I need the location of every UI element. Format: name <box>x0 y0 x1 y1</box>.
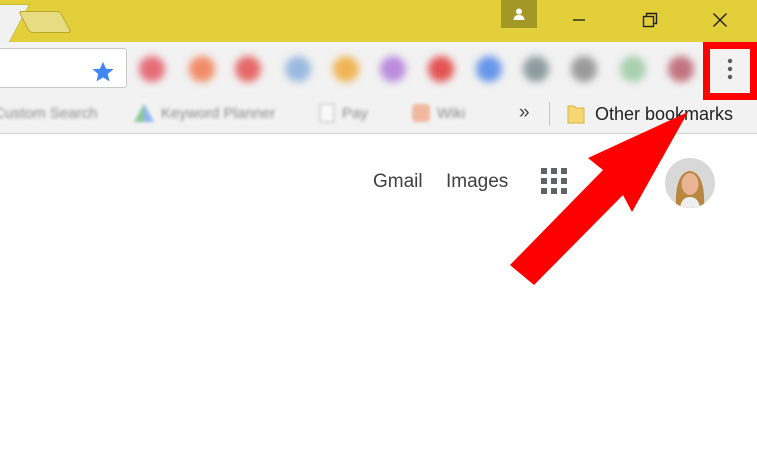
new-tab-button[interactable] <box>18 11 72 33</box>
chrome-menu-button[interactable] <box>710 48 750 90</box>
bookmark-item-4[interactable]: Wiki <box>411 102 465 124</box>
close-button[interactable] <box>697 0 743 40</box>
bookmarks-divider <box>549 102 550 126</box>
bookmarks-overflow-button[interactable]: » <box>519 102 530 124</box>
gmail-link[interactable]: Gmail <box>373 171 423 193</box>
title-bar <box>0 0 757 42</box>
extension-icon-5[interactable] <box>333 56 359 82</box>
minimize-button[interactable] <box>556 0 602 40</box>
bookmark-label: Wiki <box>437 104 466 122</box>
minimize-icon <box>573 19 585 21</box>
other-bookmarks-button[interactable]: Other bookmarks <box>566 100 733 128</box>
bookmark-label: Keyword Planner <box>161 104 276 122</box>
folder-icon <box>567 105 585 124</box>
arrow-shape <box>510 112 688 285</box>
close-icon <box>713 13 727 27</box>
extension-icon-11[interactable] <box>620 56 646 82</box>
star-shape <box>92 61 114 82</box>
profile-photo <box>665 158 715 208</box>
bookmark-star-icon[interactable] <box>90 59 116 85</box>
bookmark-label: Custom Search <box>0 104 98 122</box>
extension-icon-1[interactable] <box>139 56 165 82</box>
three-dots-vertical-icon <box>727 58 733 80</box>
extension-icon-3[interactable] <box>235 56 261 82</box>
keyword-planner-icon <box>134 104 154 122</box>
profile-button[interactable] <box>501 0 537 28</box>
bookmark-item-2[interactable]: Keyword Planner <box>133 102 275 124</box>
person-icon <box>513 8 525 20</box>
bookmark-item-1[interactable]: Custom Search <box>0 102 97 124</box>
extension-icon-4[interactable] <box>285 56 311 82</box>
images-link[interactable]: Images <box>446 171 508 193</box>
bookmark-label: Pay <box>342 104 368 122</box>
browser-window: Custom Search Keyword Planner Pay Wiki » <box>0 0 757 450</box>
account-avatar[interactable] <box>665 158 715 208</box>
extension-icon-8[interactable] <box>476 56 502 82</box>
extension-icon-12[interactable] <box>668 56 694 82</box>
wiki-icon <box>412 104 430 122</box>
extension-icon-6[interactable] <box>380 56 406 82</box>
restore-button[interactable] <box>627 0 673 40</box>
browser-toolbar <box>0 42 757 94</box>
extension-icon-2[interactable] <box>189 56 215 82</box>
address-bar[interactable] <box>0 48 127 88</box>
bookmark-item-3[interactable]: Pay <box>318 102 368 124</box>
extension-icon-7[interactable] <box>428 56 454 82</box>
extension-icon-10[interactable] <box>571 56 597 82</box>
extension-icon-9[interactable] <box>523 56 549 82</box>
restore-icon <box>642 12 658 28</box>
other-bookmarks-label: Other bookmarks <box>595 103 734 124</box>
page-icon <box>319 103 335 123</box>
apps-grid-icon[interactable] <box>541 168 568 195</box>
bookmarks-bar: Custom Search Keyword Planner Pay Wiki » <box>0 94 757 134</box>
